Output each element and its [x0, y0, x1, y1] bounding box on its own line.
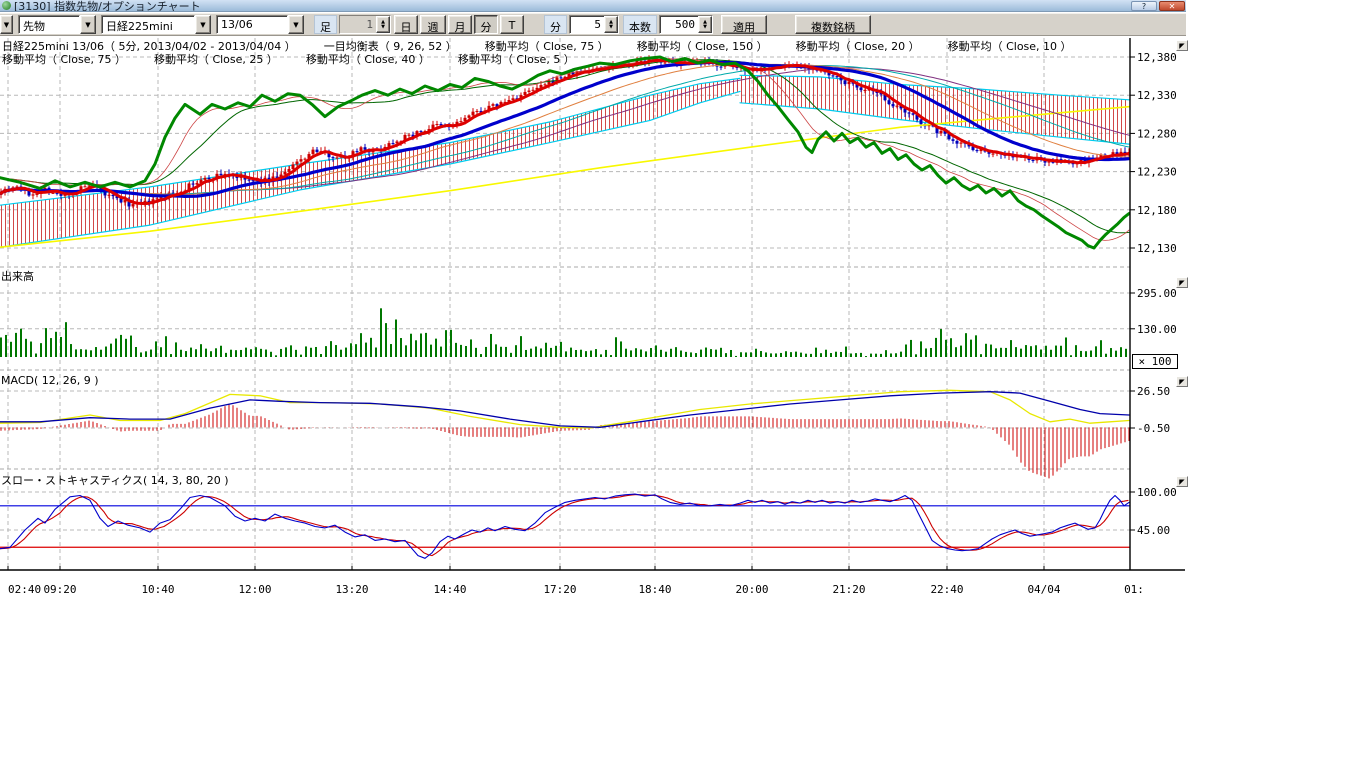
svg-text:12,180: 12,180 [1137, 204, 1177, 217]
legend-row-2: 移動平均（ Close, 75 ） 移動平均（ Close, 25 ） 移動平均（ … [2, 51, 603, 67]
period-button-week[interactable]: 週 [420, 15, 446, 34]
bar-interval-spinner[interactable]: 1 ▲▼ [339, 15, 391, 34]
stoch-panel-collapse-button[interactable]: ◤ [1176, 476, 1188, 487]
combo-left-truncated[interactable]: ▼ [0, 15, 14, 34]
svg-text:21:20: 21:20 [832, 583, 865, 596]
chevron-down-icon[interactable]: ▼ [195, 15, 211, 34]
period-button-minute[interactable]: 分 [474, 15, 498, 34]
price-chart-svg[interactable]: 12,380 12,330 12,280 12,230 12,180 12,130 295.… [0, 36, 1186, 600]
svg-text:10:40: 10:40 [141, 583, 174, 596]
macd-group [0, 390, 1129, 478]
chevron-down-icon[interactable]: ▼ [80, 15, 96, 34]
legend-item-ma75b: 移動平均（ Close, 75 ） [2, 53, 126, 66]
spinner-updown-icon[interactable]: ▲▼ [604, 16, 618, 33]
bar-count-value: 500 [660, 16, 698, 33]
legend-item-ma40: 移動平均（ Close, 40 ） [306, 53, 430, 66]
desktop: [3130] 指数先物/オプションチャート ? ✕ ▼ 先物 ▼ 日経225mi… [0, 0, 1366, 768]
contract-combo-value: 13/06 [216, 15, 288, 34]
legend-item-ma10: 移動平均（ Close, 10 ） [948, 40, 1072, 53]
legend-item-ma25: 移動平均（ Close, 25 ） [154, 53, 278, 66]
svg-text:12,330: 12,330 [1137, 89, 1177, 102]
chevron-down-icon[interactable]: ▼ [288, 15, 304, 34]
chevron-down-icon[interactable]: ▼ [0, 15, 13, 34]
chart-app-window: [3130] 指数先物/オプションチャート ? ✕ ▼ 先物 ▼ 日経225mi… [0, 0, 1186, 600]
chart-area: 12,380 12,330 12,280 12,230 12,180 12,130 295.… [0, 36, 1186, 600]
apply-button[interactable]: 適用 [721, 15, 767, 34]
app-icon [2, 1, 11, 10]
svg-text:12:00: 12:00 [238, 583, 271, 596]
minute-value-spinner[interactable]: 5 ▲▼ [569, 15, 619, 34]
minute-value: 5 [570, 16, 604, 33]
svg-text:12,230: 12,230 [1137, 166, 1177, 179]
spinner-updown-icon[interactable]: ▲▼ [376, 16, 390, 33]
macd-panel-label: MACD( 12, 26, 9 ) [1, 374, 99, 387]
svg-text:26.50: 26.50 [1137, 385, 1170, 398]
svg-text:12,280: 12,280 [1137, 127, 1177, 140]
svg-text:01:: 01: [1124, 583, 1144, 596]
category-combo[interactable]: 先物 ▼ [18, 15, 96, 34]
toolbar: ▼ 先物 ▼ 日経225mini ▼ 13/06 ▼ 足 1 ▲▼ 日 週 月 … [0, 13, 1186, 36]
svg-text:04/04: 04/04 [1027, 583, 1060, 596]
stoch-group [0, 494, 1130, 558]
svg-text:295.00: 295.00 [1137, 287, 1177, 300]
volume-panel-label: 出来高 [1, 268, 34, 284]
legend-item-ma20: 移動平均（ Close, 20 ） [796, 40, 920, 53]
svg-text:12,130: 12,130 [1137, 242, 1177, 255]
svg-text:13:20: 13:20 [335, 583, 368, 596]
svg-text:130.00: 130.00 [1137, 323, 1177, 336]
svg-text:20:00: 20:00 [735, 583, 768, 596]
legend-item-ma150: 移動平均（ Close, 150 ） [637, 40, 768, 53]
legend-item-ma5: 移動平均（ Close, 5 ） [458, 53, 575, 66]
stoch-panel-label: スロー・ストキャスティクス( 14, 3, 80, 20 ) [1, 472, 229, 488]
symbol-combo-value: 日経225mini [101, 15, 195, 34]
window-title: [3130] 指数先物/オプションチャート [14, 0, 201, 12]
volume-panel-collapse-button[interactable]: ◤ [1176, 277, 1188, 288]
titlebar: [3130] 指数先物/オプションチャート ? ✕ [0, 0, 1186, 12]
bar-count-spinner[interactable]: 500 ▲▼ [659, 15, 713, 34]
contract-combo[interactable]: 13/06 ▼ [216, 15, 304, 34]
price-panel-collapse-button[interactable]: ◤ [1176, 40, 1188, 51]
svg-text:09:20: 09:20 [43, 583, 76, 596]
period-button-day[interactable]: 日 [394, 15, 418, 34]
multi-symbol-button[interactable]: 複数銘柄 [795, 15, 871, 34]
svg-text:14:40: 14:40 [433, 583, 466, 596]
svg-text:100.00: 100.00 [1137, 486, 1177, 499]
svg-text:02:40: 02:40 [8, 583, 41, 596]
svg-text:45.00: 45.00 [1137, 524, 1170, 537]
category-combo-value: 先物 [18, 15, 80, 34]
macd-panel-collapse-button[interactable]: ◤ [1176, 376, 1188, 387]
help-button[interactable]: ? [1131, 1, 1157, 11]
bar-interval-value: 1 [340, 16, 376, 33]
minute-unit-label: 分 [544, 15, 567, 34]
period-button-tick[interactable]: T [500, 15, 524, 34]
bar-count-label: 本数 [623, 15, 657, 34]
svg-text:17:20: 17:20 [543, 583, 576, 596]
symbol-combo[interactable]: 日経225mini ▼ [101, 15, 211, 34]
volume-bars-group [0, 308, 1127, 357]
svg-text:18:40: 18:40 [638, 583, 671, 596]
volume-multiplier-box: × 100 [1132, 354, 1178, 369]
close-button[interactable]: ✕ [1159, 1, 1185, 11]
svg-text:-0.50: -0.50 [1137, 422, 1170, 435]
period-button-month[interactable]: 月 [448, 15, 472, 34]
svg-text:22:40: 22:40 [930, 583, 963, 596]
svg-text:12,380: 12,380 [1137, 51, 1177, 64]
bar-type-label: 足 [314, 15, 337, 34]
spinner-updown-icon[interactable]: ▲▼ [698, 16, 712, 33]
